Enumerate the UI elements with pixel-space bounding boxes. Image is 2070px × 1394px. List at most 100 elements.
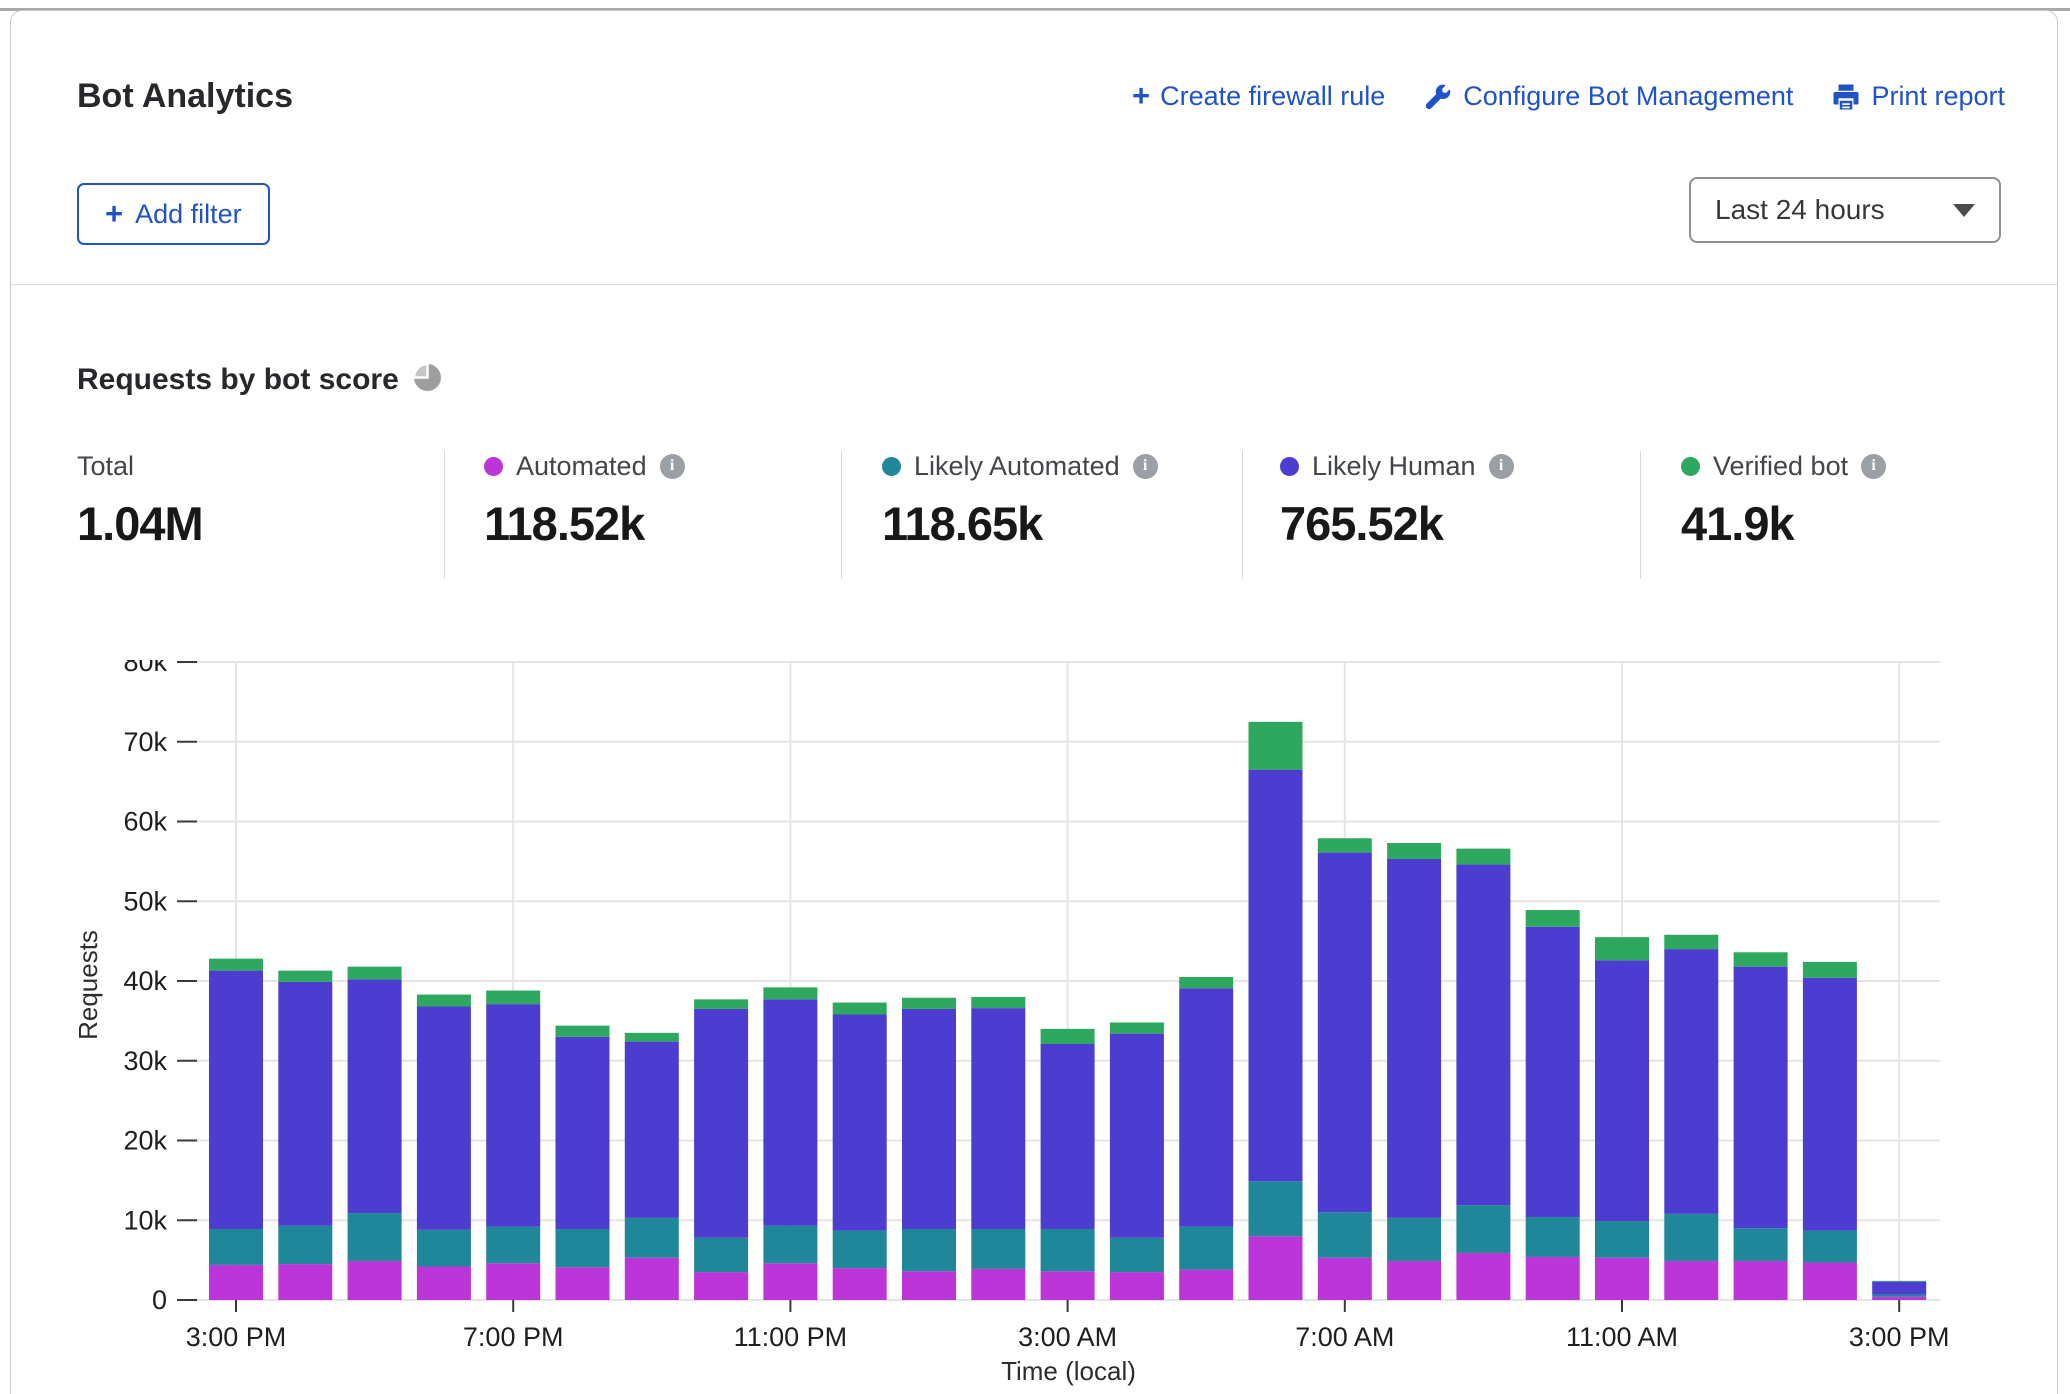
bar-segment-automated[interactable]	[1249, 1236, 1303, 1300]
bar-segment-likely-automated[interactable]	[556, 1229, 610, 1267]
bar-segment-automated[interactable]	[1179, 1270, 1233, 1300]
bar-segment-likely-automated[interactable]	[1179, 1227, 1233, 1270]
bar-segment-likely-automated[interactable]	[971, 1229, 1025, 1269]
bar-segment-automated[interactable]	[486, 1263, 540, 1300]
bar-segment-automated[interactable]	[1526, 1257, 1580, 1300]
bar-segment-verified-bot[interactable]	[209, 959, 263, 971]
bar-segment-likely-automated[interactable]	[763, 1226, 817, 1263]
bar-segment-likely-automated[interactable]	[902, 1229, 956, 1271]
add-filter-button[interactable]: + Add filter	[77, 183, 270, 245]
bar-segment-verified-bot[interactable]	[1803, 962, 1857, 978]
bar-segment-likely-human[interactable]	[1664, 949, 1718, 1214]
bar-segment-likely-human[interactable]	[1872, 1282, 1926, 1295]
bar-segment-likely-human[interactable]	[763, 999, 817, 1225]
info-icon[interactable]: i	[1861, 454, 1886, 479]
bar-segment-automated[interactable]	[1734, 1261, 1788, 1300]
bar-segment-automated[interactable]	[833, 1268, 887, 1300]
info-icon[interactable]: i	[1489, 454, 1514, 479]
bar-segment-likely-automated[interactable]	[278, 1226, 332, 1264]
bar-segment-automated[interactable]	[1803, 1263, 1857, 1300]
bar-segment-verified-bot[interactable]	[278, 971, 332, 982]
bar-segment-likely-human[interactable]	[1318, 853, 1372, 1213]
bar-segment-likely-human[interactable]	[486, 1004, 540, 1227]
bar-segment-likely-human[interactable]	[1803, 978, 1857, 1231]
bar-segment-likely-human[interactable]	[1179, 988, 1233, 1226]
bar-segment-likely-automated[interactable]	[1664, 1214, 1718, 1261]
bar-segment-likely-automated[interactable]	[1734, 1228, 1788, 1261]
bar-segment-likely-human[interactable]	[417, 1007, 471, 1230]
bar-segment-verified-bot[interactable]	[1664, 935, 1718, 949]
bar-segment-automated[interactable]	[1595, 1258, 1649, 1300]
bar-segment-verified-bot[interactable]	[1041, 1029, 1095, 1044]
bar-segment-automated[interactable]	[278, 1264, 332, 1300]
bar-segment-verified-bot[interactable]	[1734, 952, 1788, 966]
info-icon[interactable]: i	[660, 454, 685, 479]
bar-segment-automated[interactable]	[348, 1261, 402, 1300]
bar-segment-likely-human[interactable]	[902, 1009, 956, 1229]
bar-segment-likely-human[interactable]	[1456, 865, 1510, 1206]
bar-segment-verified-bot[interactable]	[348, 967, 402, 980]
bar-segment-likely-automated[interactable]	[1110, 1238, 1164, 1272]
bar-segment-automated[interactable]	[417, 1267, 471, 1300]
bar-segment-automated[interactable]	[1041, 1271, 1095, 1300]
bar-segment-verified-bot[interactable]	[1110, 1022, 1164, 1033]
bar-segment-likely-automated[interactable]	[486, 1227, 540, 1264]
bar-segment-likely-automated[interactable]	[1318, 1212, 1372, 1257]
bar-segment-automated[interactable]	[902, 1271, 956, 1300]
bar-segment-automated[interactable]	[556, 1267, 610, 1300]
bar-segment-likely-human[interactable]	[556, 1037, 610, 1229]
bar-segment-likely-human[interactable]	[348, 979, 402, 1213]
bar-segment-verified-bot[interactable]	[763, 987, 817, 999]
bar-segment-likely-human[interactable]	[625, 1042, 679, 1218]
print-report-link[interactable]: Print report	[1831, 81, 2005, 112]
bar-segment-likely-automated[interactable]	[1803, 1231, 1857, 1263]
bar-segment-likely-automated[interactable]	[1249, 1181, 1303, 1236]
bar-segment-likely-human[interactable]	[1387, 859, 1441, 1218]
bar-segment-verified-bot[interactable]	[1595, 937, 1649, 960]
bar-segment-automated[interactable]	[1387, 1261, 1441, 1300]
bar-segment-automated[interactable]	[694, 1272, 748, 1300]
bar-segment-likely-automated[interactable]	[1387, 1218, 1441, 1261]
bar-segment-likely-human[interactable]	[1110, 1034, 1164, 1238]
bar-segment-verified-bot[interactable]	[1318, 838, 1372, 852]
bar-segment-likely-human[interactable]	[209, 971, 263, 1229]
create-firewall-rule-link[interactable]: + Create firewall rule	[1132, 81, 1385, 112]
bar-segment-automated[interactable]	[1110, 1272, 1164, 1300]
bar-segment-likely-human[interactable]	[833, 1014, 887, 1230]
bar-segment-automated[interactable]	[1872, 1297, 1926, 1300]
bar-segment-verified-bot[interactable]	[694, 999, 748, 1009]
configure-bot-management-link[interactable]: Configure Bot Management	[1423, 81, 1793, 112]
bar-segment-verified-bot[interactable]	[1456, 849, 1510, 865]
bar-segment-likely-human[interactable]	[971, 1008, 1025, 1229]
bar-segment-likely-automated[interactable]	[625, 1218, 679, 1258]
bar-segment-likely-automated[interactable]	[417, 1230, 471, 1267]
bar-segment-automated[interactable]	[763, 1263, 817, 1300]
bar-segment-automated[interactable]	[1318, 1258, 1372, 1300]
bar-segment-verified-bot[interactable]	[1249, 722, 1303, 770]
bar-segment-automated[interactable]	[209, 1265, 263, 1300]
bar-segment-likely-automated[interactable]	[1595, 1221, 1649, 1258]
bar-segment-likely-automated[interactable]	[694, 1238, 748, 1272]
bar-segment-verified-bot[interactable]	[1872, 1281, 1926, 1282]
bar-segment-likely-automated[interactable]	[1526, 1217, 1580, 1257]
bar-segment-likely-automated[interactable]	[1041, 1229, 1095, 1271]
bar-segment-verified-bot[interactable]	[1179, 977, 1233, 988]
bar-segment-verified-bot[interactable]	[1387, 843, 1441, 859]
bar-segment-likely-automated[interactable]	[348, 1213, 402, 1261]
time-range-select[interactable]: Last 24 hours	[1689, 177, 2001, 243]
bar-segment-likely-automated[interactable]	[833, 1231, 887, 1268]
bar-segment-likely-human[interactable]	[1595, 960, 1649, 1221]
bar-segment-verified-bot[interactable]	[556, 1026, 610, 1037]
bar-segment-automated[interactable]	[971, 1269, 1025, 1300]
bar-segment-likely-human[interactable]	[1249, 770, 1303, 1182]
bar-segment-likely-human[interactable]	[1526, 927, 1580, 1217]
bar-segment-verified-bot[interactable]	[625, 1033, 679, 1042]
bar-segment-verified-bot[interactable]	[486, 991, 540, 1005]
bar-segment-verified-bot[interactable]	[902, 998, 956, 1009]
bar-segment-likely-automated[interactable]	[1456, 1205, 1510, 1253]
bar-segment-verified-bot[interactable]	[833, 1003, 887, 1015]
bar-segment-likely-automated[interactable]	[209, 1229, 263, 1265]
bar-segment-likely-human[interactable]	[1041, 1044, 1095, 1229]
bar-segment-likely-automated[interactable]	[1872, 1294, 1926, 1296]
bar-segment-likely-human[interactable]	[278, 982, 332, 1226]
